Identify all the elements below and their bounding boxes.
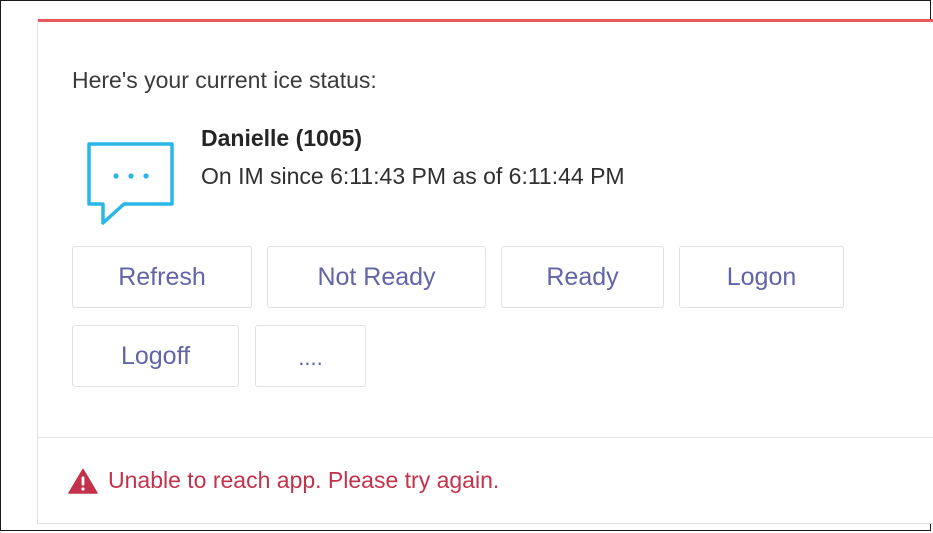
- error-text: Unable to reach app. Please try again.: [108, 467, 500, 493]
- refresh-button[interactable]: Refresh: [72, 246, 252, 308]
- agent-name: Danielle (1005): [201, 125, 363, 151]
- more-actions-button[interactable]: ....: [255, 325, 366, 387]
- not-ready-button[interactable]: Not Ready: [267, 246, 486, 308]
- status-detail: On IM since 6:11:43 PM as of 6:11:44 PM: [201, 163, 625, 189]
- logoff-button[interactable]: Logoff: [72, 325, 239, 387]
- status-intro-text: Here's your current ice status:: [72, 67, 377, 93]
- card-divider: [38, 437, 933, 438]
- card-accent-bar: [38, 19, 933, 22]
- warning-triangle-icon: [68, 468, 98, 494]
- error-message: Unable to reach app. Please try again.: [68, 467, 499, 494]
- adaptive-card: Here's your current ice status: Danielle…: [37, 19, 933, 524]
- ready-button[interactable]: Ready: [501, 246, 664, 308]
- chat-bubble-ellipsis-icon: [87, 142, 174, 225]
- logon-button[interactable]: Logon: [679, 246, 844, 308]
